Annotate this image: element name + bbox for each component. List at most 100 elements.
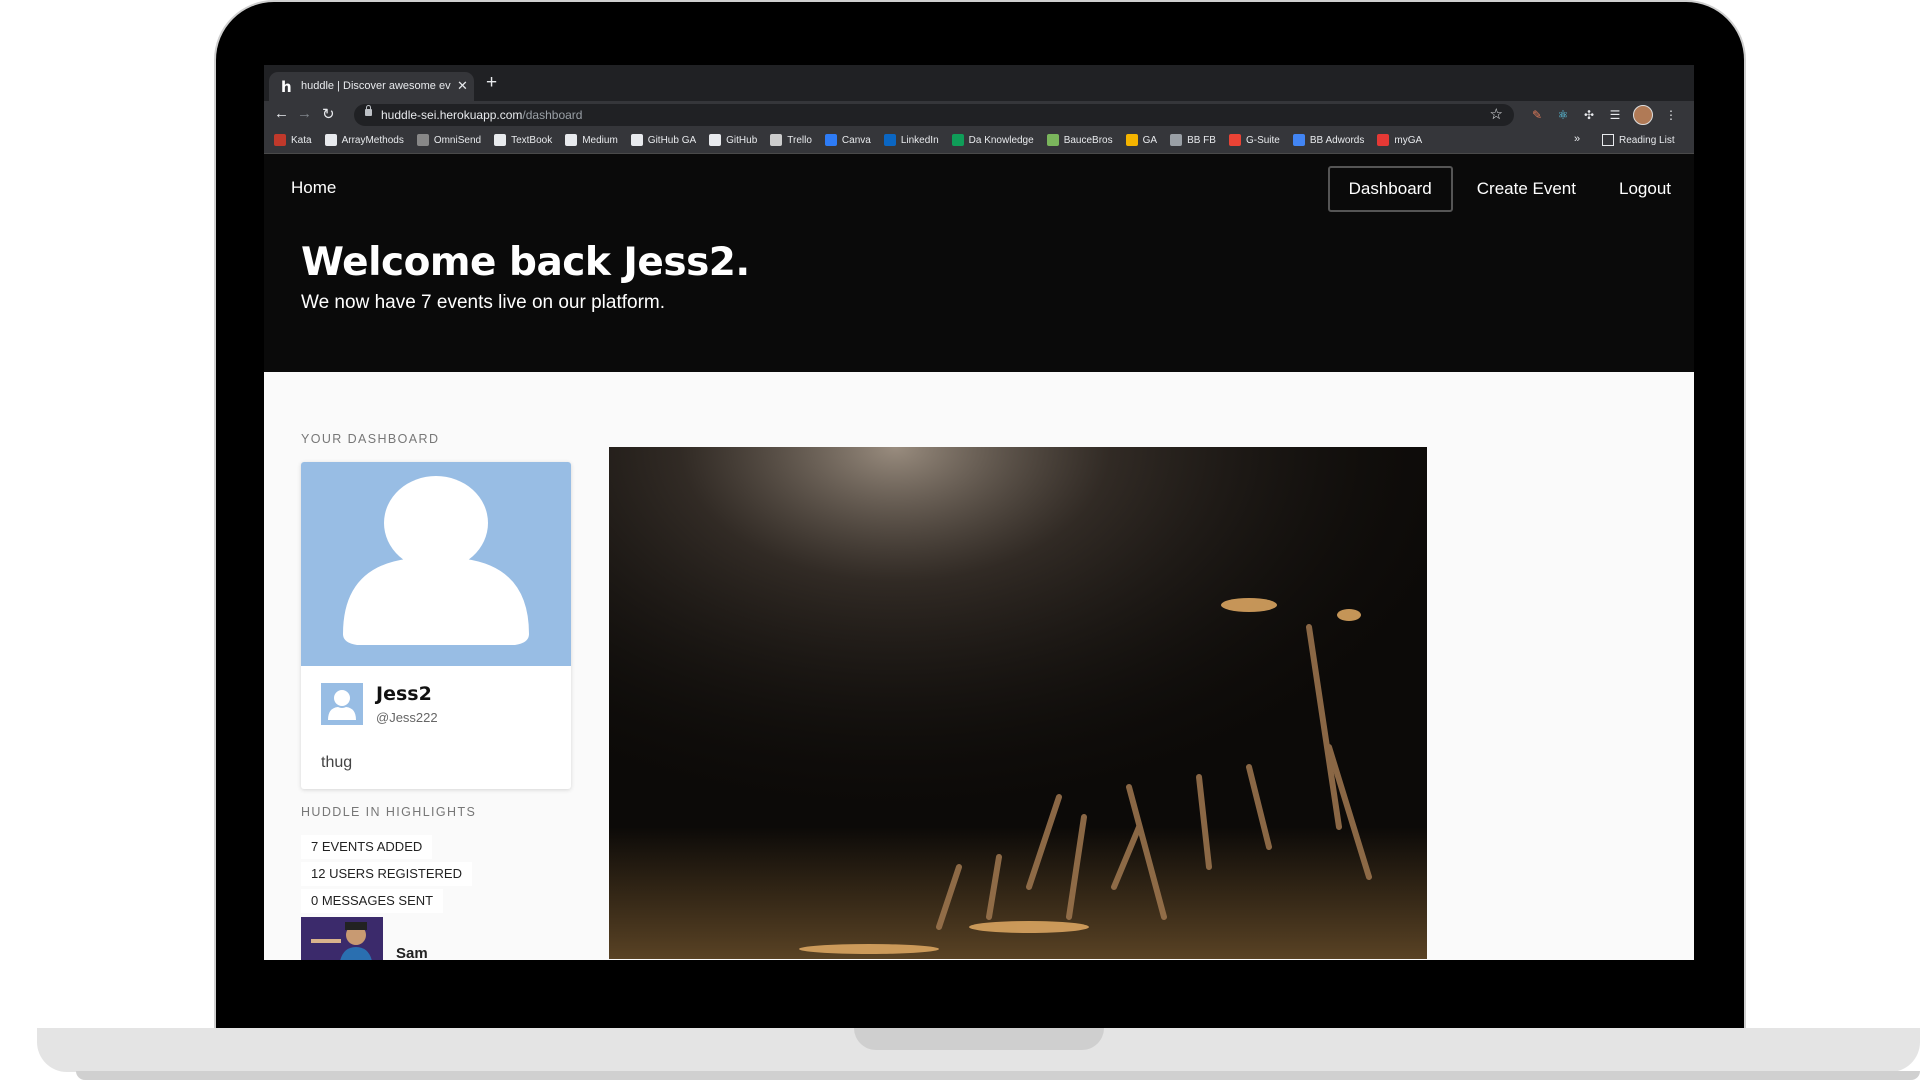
reading-list-label: Reading List — [1619, 134, 1675, 146]
analytics-icon — [1125, 134, 1138, 146]
bookmark-item[interactable]: BB FB — [1170, 134, 1216, 146]
bookmark-label: TextBook — [511, 134, 553, 146]
site-header: Home Dashboard Create Event Logout Welco… — [264, 154, 1694, 372]
recent-user-name[interactable]: Sam — [396, 945, 428, 960]
nav-logout-link[interactable]: Logout — [1599, 167, 1691, 211]
bookmark-item[interactable]: Trello — [770, 134, 812, 146]
bookmark-label: OmniSend — [433, 134, 482, 146]
concert-photo — [609, 447, 1427, 959]
bookmark-item[interactable]: myGA — [1377, 134, 1422, 146]
profile-avatar[interactable] — [1633, 105, 1653, 125]
medium-icon — [565, 134, 578, 146]
bookmark-item[interactable]: Canva — [824, 134, 871, 146]
pen-extension-icon[interactable]: ✎ — [1529, 107, 1545, 123]
bookmark-label: Medium — [582, 134, 618, 146]
forward-icon[interactable]: → — [297, 105, 312, 122]
laptop-notch — [854, 1028, 1104, 1050]
welcome-subtitle: We now have 7 events live on our platfor… — [301, 292, 666, 313]
new-tab-icon[interactable]: + — [486, 72, 497, 94]
nav-dashboard-button[interactable]: Dashboard — [1327, 166, 1453, 212]
bookmark-item[interactable]: Medium — [565, 134, 618, 146]
bookmark-label: GA — [1142, 134, 1158, 146]
profile-handle: @Jess222 — [376, 710, 438, 725]
lock-icon — [365, 105, 372, 116]
bookmark-label: myGA — [1394, 134, 1423, 146]
puzzle-icon[interactable]: ✣ — [1581, 107, 1597, 123]
browser-window: h huddle | Discover awesome events ✕ + ←… — [264, 65, 1694, 960]
highlight-item: 7 EVENTS ADDED — [301, 835, 433, 859]
bookmark-label: G-Suite — [1245, 134, 1280, 146]
url-path: /dashboard — [522, 108, 583, 122]
kebab-menu-icon[interactable]: ⋮ — [1663, 107, 1679, 123]
concert-crowd-image — [609, 447, 1427, 959]
profile-thumbnail — [321, 683, 363, 725]
bookmark-item[interactable]: GitHub — [709, 134, 757, 146]
canva-icon — [824, 134, 837, 146]
trello-icon — [770, 134, 783, 146]
google-icon — [1228, 134, 1241, 146]
bookmark-item[interactable]: GitHub GA — [630, 134, 697, 146]
adwords-icon — [1292, 134, 1305, 146]
avatar-placeholder-icon — [343, 476, 529, 645]
bookmark-item[interactable]: Da Knowledge — [951, 134, 1034, 146]
main-nav: Dashboard Create Event Logout — [1327, 166, 1694, 212]
browser-tab[interactable]: h huddle | Discover awesome events ✕ — [269, 72, 474, 101]
bookmark-item[interactable]: Kata — [274, 134, 312, 146]
reading-list-button[interactable]: Reading List — [1602, 134, 1675, 146]
nav-home-link[interactable]: Home — [291, 178, 336, 198]
welcome-heading: Welcome back Jess2. — [301, 240, 750, 285]
bookmarks-overflow-icon[interactable]: » — [1574, 133, 1580, 145]
back-icon[interactable]: ← — [274, 105, 289, 122]
url-host: huddle-sei.herokuapp.com — [381, 108, 523, 122]
bookmark-label: Canva — [841, 134, 871, 146]
user-photo — [301, 917, 383, 960]
bookmarks-list: Kata ArrayMethods OmniSend TextBook Medium Gi… — [274, 134, 1422, 146]
browser-toolbar: ← → ↻ huddle-sei.herokuapp.com/dashboard… — [264, 101, 1694, 129]
profile-card[interactable]: Jess2 @Jess222 thug — [301, 462, 571, 789]
media-queue-icon[interactable]: ☰ — [1607, 107, 1623, 123]
shopify-icon — [1046, 134, 1059, 146]
medium-icon — [324, 134, 337, 146]
github-icon — [709, 134, 722, 146]
highlight-item: 12 USERS REGISTERED — [301, 862, 472, 886]
linkedin-icon — [883, 134, 896, 146]
bookmark-label: GitHub GA — [647, 134, 697, 146]
bookmark-label: ArrayMethods — [341, 134, 404, 146]
bookmark-star-icon[interactable]: ☆ — [1490, 105, 1503, 123]
nav-create-event-link[interactable]: Create Event — [1457, 167, 1596, 211]
bookmark-label: Trello — [787, 134, 812, 146]
close-icon[interactable]: ✕ — [457, 78, 468, 94]
bookmark-label: LinkedIn — [900, 134, 939, 146]
kata-icon — [274, 134, 286, 146]
bookmark-label: Kata — [291, 134, 312, 146]
reload-icon[interactable]: ↻ — [322, 105, 335, 123]
bookmark-item[interactable]: LinkedIn — [883, 134, 939, 146]
dashboard-section-label: YOUR DASHBOARD — [301, 432, 440, 446]
bookmark-item[interactable]: ArrayMethods — [324, 134, 404, 146]
extensions-area: ✎ ⚛ ✣ ☰ ⋮ — [1529, 105, 1679, 125]
profile-bio: thug — [321, 754, 353, 771]
address-bar[interactable]: huddle-sei.herokuapp.com/dashboard ☆ — [354, 104, 1514, 126]
github-icon — [494, 134, 507, 146]
bookmark-label: BB Adwords — [1309, 134, 1365, 146]
bookmark-label: Da Knowledge — [968, 134, 1034, 146]
bookmark-item[interactable]: TextBook — [494, 134, 552, 146]
bookmark-item[interactable]: BB Adwords — [1292, 134, 1365, 146]
bookmark-item[interactable]: G-Suite — [1228, 134, 1280, 146]
highlight-item: 0 MESSAGES SENT — [301, 889, 444, 913]
url-text: huddle-sei.herokuapp.com/dashboard — [381, 108, 582, 122]
huddle-favicon-icon: h — [281, 78, 292, 96]
react-devtools-icon[interactable]: ⚛ — [1555, 107, 1571, 123]
omnisend-icon — [416, 134, 429, 146]
bookmark-label: BauceBros — [1063, 134, 1113, 146]
bookmark-item[interactable]: OmniSend — [416, 134, 482, 146]
bookmark-label: GitHub — [726, 134, 758, 146]
bookmark-label: BB FB — [1187, 134, 1216, 146]
bookmark-item[interactable]: GA — [1125, 134, 1158, 146]
bookmark-item[interactable]: BauceBros — [1046, 134, 1113, 146]
myga-icon — [1377, 134, 1390, 146]
tab-title: huddle | Discover awesome events — [301, 80, 451, 92]
profile-name: Jess2 — [376, 683, 432, 705]
recent-user-avatar[interactable] — [301, 917, 383, 960]
reading-list-icon — [1602, 134, 1614, 146]
